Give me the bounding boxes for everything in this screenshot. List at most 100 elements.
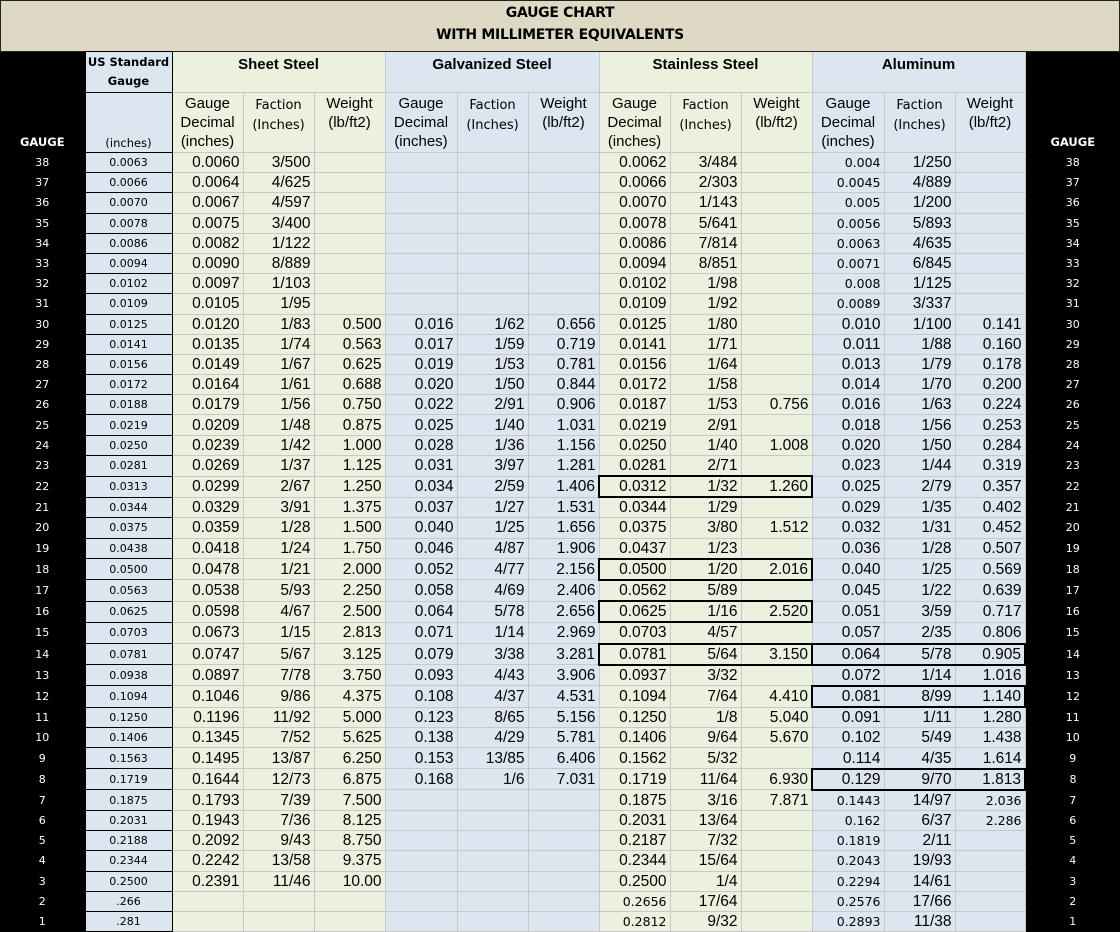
stainless-fraction-cell: 1/58 <box>670 374 742 396</box>
aluminum-fraction-cell: 1/200 <box>884 192 956 214</box>
aluminum-decimal-cell: 0.005 <box>812 192 885 214</box>
aluminum-weight-cell <box>955 192 1026 214</box>
aluminum-fraction-cell: 6/37 <box>884 810 956 832</box>
table-row: 5 0.2188 0.2092 9/43 8.750 0.2187 7/32 0.1819 2/… <box>0 830 1120 852</box>
us-standard-cell: 0.0500 <box>84 558 173 581</box>
galv-weight-cell: 1.281 <box>528 455 600 477</box>
sheet-decimal-cell: 0.1495 <box>172 747 244 770</box>
stainless-fraction-cell: 1/29 <box>670 497 742 519</box>
sheet-fraction-cell: 1/48 <box>243 414 315 436</box>
table-row: 3 0.2500 0.2391 11/46 10.00 0.2500 1/4 0.2294 14… <box>0 871 1120 892</box>
stainless-fraction-cell: 1/20 <box>670 557 742 581</box>
aluminum-decimal-cell: 0.057 <box>812 622 885 645</box>
us-standard-cell: .281 <box>84 911 173 932</box>
gauge-number-left: 18 <box>0 558 85 580</box>
aluminum-fraction-cell: 8/99 <box>884 684 956 709</box>
stainless-decimal-cell: 0.0375 <box>599 517 671 539</box>
stainless-weight-cell <box>741 374 813 396</box>
galv-fraction-cell: 1/14 <box>457 622 529 645</box>
group-header-sheet-steel: Sheet Steel <box>172 51 386 93</box>
stainless-decimal-cell: 0.0086 <box>599 233 671 254</box>
galv-weight-cell: 5.781 <box>528 727 600 749</box>
aluminum-weight-cell: 1.438 <box>955 727 1026 749</box>
galv-fraction-cell <box>457 213 529 234</box>
galv-weight-cell <box>528 911 600 932</box>
aluminum-weight-cell <box>955 830 1026 852</box>
galv-weight-cell: 6.406 <box>528 747 600 770</box>
sheet-fraction-cell: 1/56 <box>243 394 315 416</box>
us-standard-cell: 0.0086 <box>84 233 173 254</box>
stainless-fraction-cell: 7/64 <box>670 685 742 708</box>
stainless-decimal-cell: 0.0156 <box>599 354 671 376</box>
galv-decimal-cell: 0.017 <box>385 334 458 355</box>
stainless-decimal-cell: 0.2812 <box>599 911 671 932</box>
gauge-number-left: 27 <box>0 374 85 395</box>
galv-decimal-cell <box>385 871 458 892</box>
aluminum-weight-cell <box>955 253 1026 275</box>
us-standard-cell: 0.0094 <box>84 253 173 275</box>
galv-decimal-cell <box>385 273 458 295</box>
stainless-weight-cell: 2.520 <box>741 600 813 624</box>
sheet-weight-cell: 2.500 <box>314 601 386 623</box>
stainless-decimal-cell: 0.2187 <box>599 830 671 852</box>
table-row: 26 0.0188 0.0179 1/56 0.750 0.022 2/91 0.906 0.0… <box>0 394 1120 416</box>
galv-weight-cell: 5.156 <box>528 707 600 729</box>
galv-decimal-cell: 0.064 <box>385 601 458 623</box>
aluminum-weight-cell <box>955 213 1026 234</box>
aluminum-weight-cell: 1.016 <box>955 664 1026 687</box>
sheet-decimal-cell: 0.1345 <box>172 727 244 749</box>
aluminum-decimal-cell: 0.011 <box>812 334 885 355</box>
us-standard-cell: 0.0375 <box>84 517 173 539</box>
sheet-decimal-cell: 0.0897 <box>172 664 244 687</box>
sheet-weight-cell: 5.000 <box>314 707 386 729</box>
sheet-fraction-cell: 1/21 <box>243 558 315 581</box>
gauge-number-left: 32 <box>0 273 85 294</box>
table-row: 7 0.1875 0.1793 7/39 7.500 0.1875 3/16 7.871 0.1… <box>0 789 1120 811</box>
aluminum-weight-cell: 1.280 <box>955 707 1026 729</box>
stainless-weight-cell <box>741 622 813 645</box>
sheet-decimal-cell: 0.0135 <box>172 334 244 355</box>
stainless-weight-cell: 0.756 <box>741 394 813 416</box>
galv-fraction-cell <box>457 830 529 852</box>
galv-decimal-cell: 0.123 <box>385 707 458 729</box>
galv-fraction-cell: 3/97 <box>457 455 529 477</box>
us-standard-cell: 0.0250 <box>84 435 173 456</box>
aluminum-decimal-cell: 0.0045 <box>812 172 885 194</box>
aluminum-fraction-cell: 4/35 <box>884 747 956 770</box>
galv-decimal-cell <box>385 891 458 912</box>
aluminum-decimal-cell: 0.081 <box>811 684 885 709</box>
galv-fraction-cell: 4/43 <box>457 664 529 687</box>
aluminum-fraction-cell: 2/11 <box>884 830 956 852</box>
galv-weight-cell: 4.531 <box>528 685 600 708</box>
sheet-decimal-cell: 0.0329 <box>172 497 244 519</box>
gauge-number-left: 20 <box>0 517 85 539</box>
table-row: 4 0.2344 0.2242 13/58 9.375 0.2344 15/64 0.2043… <box>0 850 1120 872</box>
sheet-fraction-header: Faction (Inches) <box>243 92 315 153</box>
galv-decimal-cell: 0.052 <box>385 558 458 581</box>
gauge-number-right: 19 <box>1025 538 1120 559</box>
table-row: 17 0.0563 0.0538 5/93 2.250 0.058 4/69 2.406 0.0… <box>0 579 1120 602</box>
stainless-decimal-cell: 0.0078 <box>599 213 671 234</box>
aluminum-weight-cell <box>955 911 1026 932</box>
sheet-weight-cell: 6.250 <box>314 747 386 770</box>
stainless-decimal-cell: 0.0109 <box>599 293 671 315</box>
galv-weight-cell: 3.281 <box>528 643 600 666</box>
aluminum-fraction-cell: 5/78 <box>884 642 956 666</box>
aluminum-fraction-cell: 1/31 <box>884 517 956 539</box>
stainless-weight-cell <box>741 891 813 912</box>
stainless-weight-cell <box>741 213 813 234</box>
sheet-decimal-cell: 0.2092 <box>172 830 244 852</box>
galv-weight-cell: 0.781 <box>528 354 600 376</box>
gauge-number-left: 34 <box>0 233 85 254</box>
sheet-decimal-cell: 0.0105 <box>172 293 244 315</box>
table-row: 2.266 0.2656 17/64 0.2576 17/66 2 <box>0 891 1120 912</box>
stainless-decimal-cell: 0.0312 <box>598 474 671 499</box>
galv-fraction-cell: 1/62 <box>457 314 529 335</box>
galv-fraction-cell <box>457 192 529 214</box>
aluminum-fraction-cell: 14/61 <box>884 871 956 892</box>
chart-subtitle: WITH MILLIMETER EQUIVALENTS <box>436 27 684 43</box>
aluminum-decimal-cell: 0.008 <box>812 273 885 295</box>
sheet-weight-cell: 8.125 <box>314 810 386 832</box>
stainless-weight-cell <box>741 497 813 519</box>
galv-weight-cell: 3.906 <box>528 664 600 687</box>
